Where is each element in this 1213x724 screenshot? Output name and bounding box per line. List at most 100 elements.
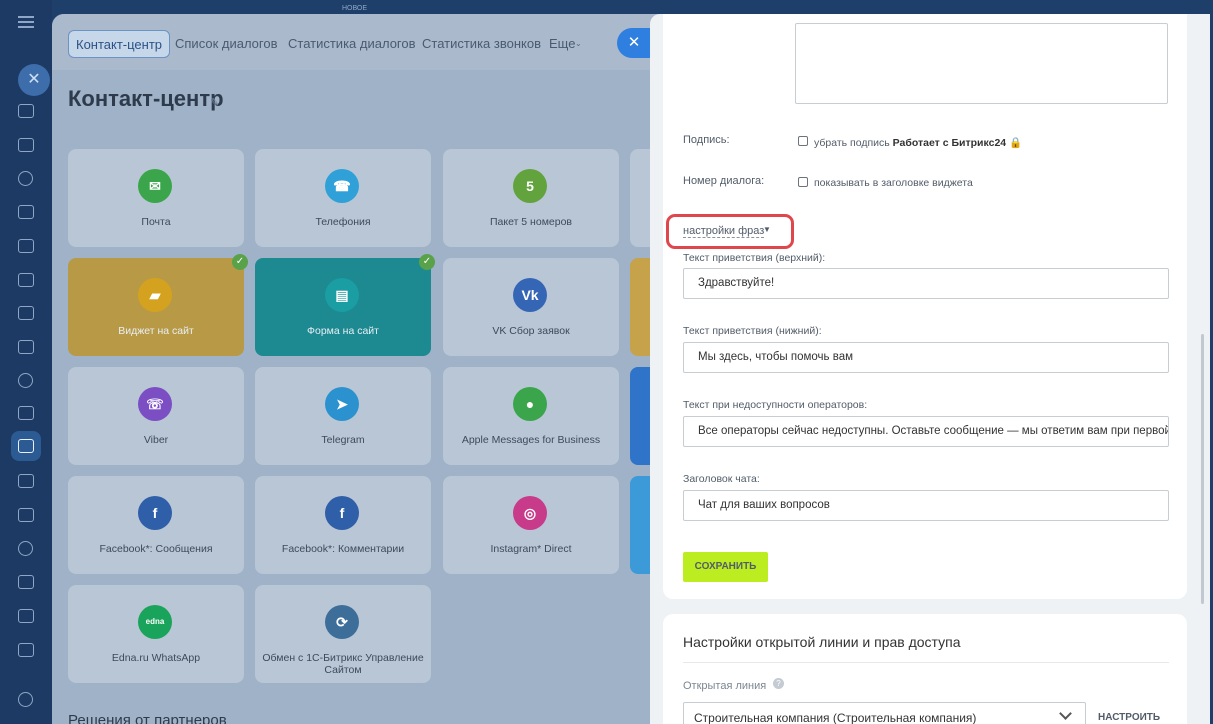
phrase-settings-link[interactable]: настройки фраз [683,225,765,238]
connector-tile[interactable]: edna Edna.ru WhatsApp [68,585,244,683]
connector-label: VK Сбор заявок [492,325,570,337]
greeting-top-input[interactable]: Здравствуйте! [683,268,1169,299]
form-icon: ▤ [325,278,359,312]
connector-label: Форма на сайт [307,325,379,337]
widget-settings-panel: Подпись: убрать подпись Работает с Битри… [650,14,1210,724]
widget-settings-card: Подпись: убрать подпись Работает с Битри… [663,14,1187,599]
users-icon[interactable] [18,373,33,388]
menu-icon[interactable] [18,16,34,28]
show-dialog-number-text: показывать в заголовке виджета [814,177,973,189]
connector-label: Почта [141,216,171,228]
cart-icon[interactable] [18,575,34,589]
chat-title-input[interactable]: Чат для ваших вопросов [683,490,1169,521]
remove-signature-text: убрать подпись Работает с Битрикс24 🔒 [814,136,1022,149]
show-dialog-number-checkbox[interactable] [798,177,808,187]
connector-tile[interactable]: ➤ Telegram [255,367,431,465]
save-button[interactable]: СОХРАНИТЬ [683,552,768,582]
connector-label: Viber [143,434,169,446]
connector-tile[interactable]: f Facebook*: Сообщения [68,476,244,574]
instagram-icon: ◎ [513,496,547,530]
connector-label: Apple Messages for Business [461,434,601,446]
open-line-label: Открытая линия [683,680,767,692]
connector-label: Instagram* Direct [490,543,572,555]
contact-center-icon[interactable] [18,439,34,453]
lock-icon: 🔒 [1009,137,1023,149]
connector-label: Edna.ru WhatsApp [111,652,201,664]
settings-icon[interactable] [18,692,33,707]
connector-tile[interactable]: ⟳ Обмен с 1С-Битрикс Управление Сайтом [255,585,431,683]
schedule-icon[interactable] [18,474,34,488]
connector-tile[interactable]: ▰ Виджет на сайт ✓ [68,254,248,356]
partners-heading: Решения от партнеров [68,712,227,724]
connector-tile[interactable]: f Facebook*: Комментарии [255,476,431,574]
calendar-icon[interactable] [18,205,34,219]
tab-dialog-list[interactable]: Список диалогов [175,30,278,58]
connector-tile[interactable]: ◎ Instagram* Direct [443,476,619,574]
connector-label: Telegram [321,434,365,446]
connector-tile[interactable]: ● Apple Messages for Business [443,367,619,465]
connector-tile[interactable]: 5 Пакет 5 номеров [443,149,619,247]
signature-brand: Работает с Битрикс24 [892,137,1007,149]
chat-title-label: Заголовок чата: [683,473,760,485]
connector-label: Facebook*: Сообщения [99,543,213,555]
connected-check-icon: ✓ [232,254,248,270]
configure-button[interactable]: НАСТРОИТЬ [1098,712,1160,723]
greeting-bottom-input[interactable]: Мы здесь, чтобы помочь вам [683,342,1169,373]
drive-icon[interactable] [18,306,34,320]
checklist-icon[interactable] [18,406,34,420]
tab-call-stats[interactable]: Статистика звонков [422,30,541,58]
text-area[interactable] [795,23,1168,104]
greeting-bottom-label: Текст приветствия (нижний): [683,325,822,337]
tab-contact-center[interactable]: Контакт-центр [68,30,171,58]
mail-icon: ✉ [138,169,172,203]
facebook-comments-icon: f [325,496,359,530]
tab-more[interactable]: Еще [549,30,575,58]
connector-label: Пакет 5 номеров [489,216,573,228]
signature-label: Подпись: [683,134,730,146]
connector-tile[interactable]: ☏ Viber [68,367,244,465]
documents-icon[interactable] [18,239,34,253]
help-icon[interactable]: ? [773,678,784,689]
presentation-icon[interactable] [18,273,34,287]
new-badge: НОВОЕ [342,5,368,12]
dialog-number-label: Номер диалога: [683,175,765,187]
shop-icon[interactable] [18,508,34,522]
caret-down-icon: ▼ [763,225,771,234]
chevron-down-icon: ⌄ [575,39,582,48]
apple-messages-icon: ● [513,387,547,421]
mail-nav-icon[interactable] [18,340,34,354]
divider [683,662,1169,663]
unavailable-input[interactable]: Все операторы сейчас недоступны. Оставьт… [683,416,1169,447]
open-line-select[interactable]: Строительная компания (Строительная комп… [683,702,1086,724]
phone-icon: ☎ [325,169,359,203]
chat-icon[interactable] [18,104,34,118]
sign-icon[interactable] [18,609,34,623]
scrollbar[interactable] [1201,334,1204,604]
telegram-icon: ➤ [325,387,359,421]
connector-tile[interactable]: Vk VK Сбор заявок [443,258,619,356]
unavailable-label: Текст при недоступности операторов: [683,399,868,411]
connector-tile[interactable]: ✉ Почта [68,149,244,247]
connector-label: Facebook*: Комментарии [281,543,405,555]
rail-close-icon[interactable]: ✕ [18,64,50,96]
edna-icon: edna [138,605,172,639]
viber-icon: ☏ [138,387,172,421]
left-rail: ✕ [0,0,52,724]
connector-label: Виджет на сайт [118,325,194,337]
crm-icon[interactable] [18,171,33,186]
connector-tile[interactable]: ☎ Телефония [255,149,431,247]
connector-tile[interactable]: ▤ Форма на сайт ✓ [255,254,435,356]
access-settings-card: Настройки открытой линии и прав доступа … [663,614,1187,724]
close-slider-button[interactable]: ✕ [617,28,651,58]
pin-icon[interactable]: ✎ [210,96,219,109]
contact-center-window: Контакт-центр Список диалогов Статистика… [52,14,672,724]
pen-icon[interactable] [18,643,34,657]
remove-signature-label: убрать подпись [814,137,890,149]
tab-dialog-stats[interactable]: Статистика диалогов [288,30,416,58]
facebook-icon: f [138,496,172,530]
page-title: Контакт-центр [68,86,224,111]
chat-widget-icon: ▰ [138,278,172,312]
tasks-icon[interactable] [18,138,34,152]
remove-signature-checkbox[interactable] [798,136,808,146]
marketing-icon[interactable] [18,541,33,556]
